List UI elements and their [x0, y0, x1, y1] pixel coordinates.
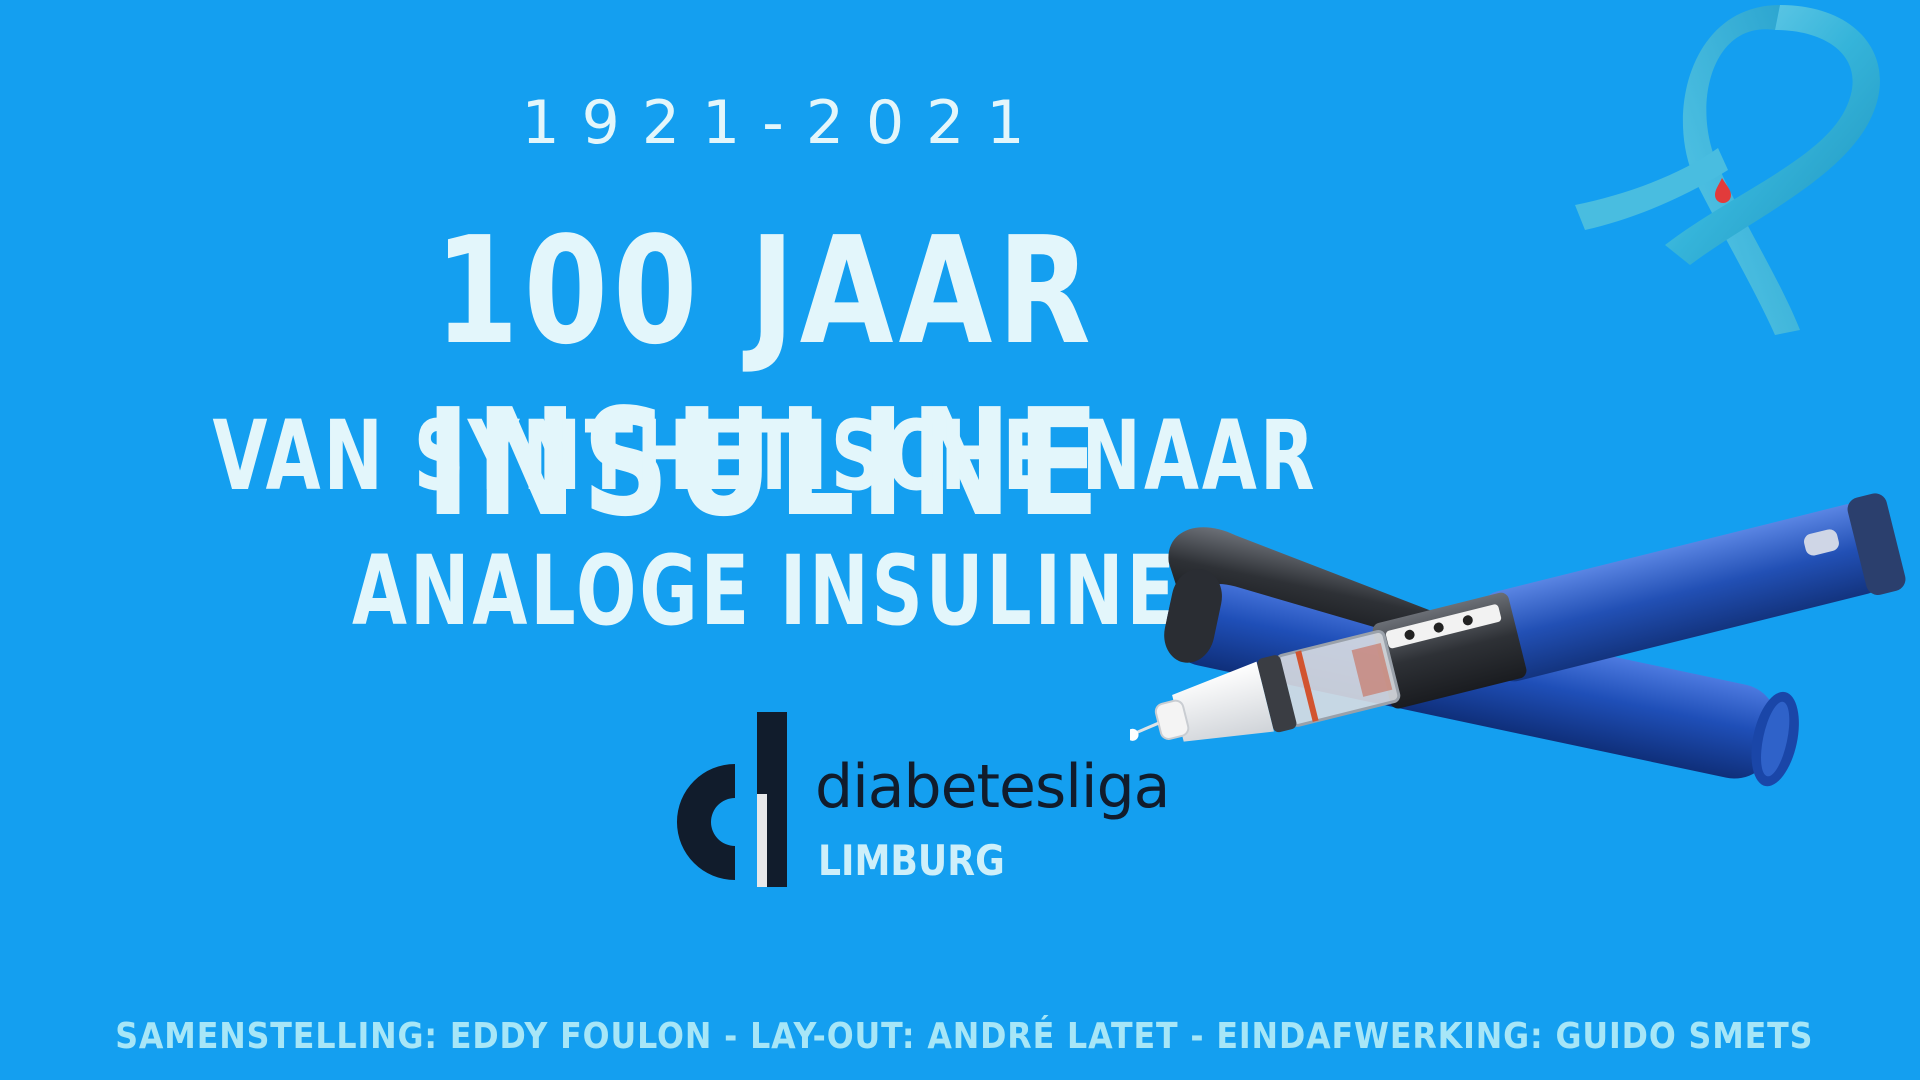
logo-region: LIMBURG	[818, 836, 1005, 885]
insulin-pen-image	[1130, 493, 1906, 787]
diabetesliga-logo-icon	[676, 712, 787, 887]
credits-footer: SAMENSTELLING: EDDY FOULON - LAY-OUT: AN…	[115, 1016, 1814, 1057]
years-heading: 1921-2021	[521, 88, 1047, 158]
awareness-ribbon-icon	[1575, 5, 1880, 335]
logo-name: diabetesliga	[815, 752, 1170, 822]
